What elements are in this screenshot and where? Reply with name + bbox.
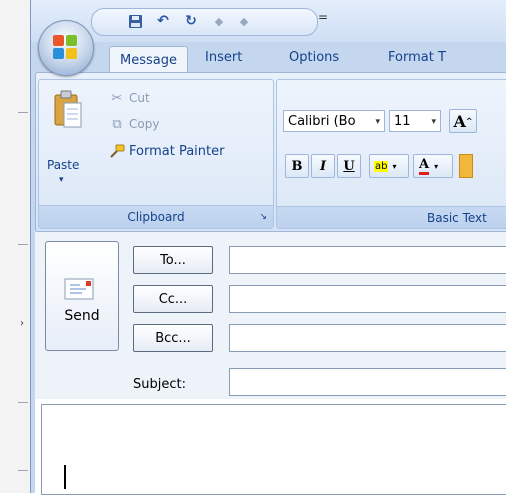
cut-button[interactable]: Cut bbox=[129, 91, 150, 105]
save-icon[interactable] bbox=[126, 12, 144, 30]
format-painter-icon bbox=[109, 143, 125, 159]
ribbon-tabs: Message Insert Options Format T bbox=[31, 42, 506, 74]
title-bar: ↶ ↻ ◆ ◆ = bbox=[31, 0, 506, 42]
ribbon: Paste ▾ ✂ Cut ⧉ Copy Format Painter Clip… bbox=[35, 72, 506, 232]
underline-button[interactable]: U bbox=[337, 154, 361, 178]
subject-field[interactable] bbox=[229, 368, 506, 396]
basic-text-group-title: Basic Text bbox=[427, 211, 487, 225]
bullets-button[interactable] bbox=[459, 154, 473, 178]
highlight-dropdown-icon: ▾ bbox=[392, 161, 397, 171]
font-size-box[interactable]: 11 ▾ bbox=[389, 110, 441, 132]
cc-button[interactable]: Cc... bbox=[133, 285, 213, 313]
message-header: Send To... Cc... Bcc... Subject: bbox=[35, 232, 506, 399]
undo-icon[interactable]: ↶ bbox=[154, 12, 172, 30]
edge-mark bbox=[18, 402, 28, 403]
text-caret bbox=[64, 465, 66, 489]
subject-label: Subject: bbox=[133, 377, 186, 392]
cut-icon: ✂ bbox=[111, 90, 123, 106]
send-button[interactable]: Send bbox=[45, 241, 119, 351]
font-name-value: Calibri (Bo bbox=[288, 114, 356, 129]
outlook-message-window: ↶ ↻ ◆ ◆ = Message Insert Options Format … bbox=[30, 0, 506, 495]
paste-icon[interactable] bbox=[51, 88, 85, 132]
bold-button[interactable]: B bbox=[285, 154, 309, 178]
tab-insert[interactable]: Insert bbox=[205, 50, 242, 65]
font-size-value: 11 bbox=[394, 114, 411, 129]
edge-mark bbox=[18, 112, 28, 113]
office-button[interactable] bbox=[38, 20, 94, 76]
font-name-box[interactable]: Calibri (Bo ▾ bbox=[283, 110, 385, 132]
quick-access-toolbar: ↶ ↻ ◆ ◆ bbox=[91, 8, 318, 36]
up-arrow-icon[interactable]: ◆ bbox=[210, 12, 228, 30]
to-button[interactable]: To... bbox=[133, 246, 213, 274]
desktop-edge: › bbox=[0, 0, 31, 493]
font-color-icon: A bbox=[419, 157, 430, 175]
clipboard-group: Paste ▾ ✂ Cut ⧉ Copy Format Painter Clip… bbox=[38, 79, 274, 229]
grow-font-button[interactable]: A ^ bbox=[449, 109, 477, 133]
basic-text-group: Calibri (Bo ▾ 11 ▾ A ^ B I U ab ▾ A ▾ Ba… bbox=[276, 79, 506, 229]
paste-label[interactable]: Paste bbox=[47, 158, 79, 172]
bcc-button[interactable]: Bcc... bbox=[133, 324, 213, 352]
font-size-dropdown-icon[interactable]: ▾ bbox=[431, 111, 436, 133]
tab-options[interactable]: Options bbox=[289, 50, 339, 65]
redo-icon[interactable]: ↻ bbox=[182, 12, 200, 30]
cc-field[interactable] bbox=[229, 285, 506, 313]
italic-button[interactable]: I bbox=[311, 154, 335, 178]
basic-text-group-label: Basic Text bbox=[277, 206, 506, 228]
bcc-field[interactable] bbox=[229, 324, 506, 352]
to-field[interactable] bbox=[229, 246, 506, 274]
grow-font-icon: A bbox=[453, 111, 466, 131]
paste-dropdown-icon[interactable]: ▾ bbox=[59, 175, 64, 185]
message-body-editor[interactable] bbox=[41, 404, 506, 495]
edge-arrow-icon: › bbox=[20, 318, 24, 329]
highlight-button[interactable]: ab ▾ bbox=[369, 154, 409, 178]
format-painter-button[interactable]: Format Painter bbox=[129, 144, 224, 159]
clipboard-group-title: Clipboard bbox=[127, 210, 185, 224]
send-icon bbox=[64, 278, 100, 300]
dialog-launcher-icon[interactable]: ↘ bbox=[259, 206, 267, 228]
font-color-dropdown-icon: ▾ bbox=[434, 161, 439, 171]
tab-format-text[interactable]: Format T bbox=[388, 50, 446, 65]
send-label: Send bbox=[64, 308, 100, 324]
customize-toolbar-button[interactable]: = bbox=[318, 10, 328, 24]
font-name-dropdown-icon[interactable]: ▾ bbox=[375, 111, 380, 133]
edge-mark bbox=[18, 244, 28, 245]
office-logo-icon bbox=[53, 35, 79, 61]
copy-icon: ⧉ bbox=[112, 116, 122, 132]
down-arrow-icon[interactable]: ◆ bbox=[235, 12, 253, 30]
highlight-icon: ab bbox=[374, 160, 389, 172]
tab-message[interactable]: Message bbox=[109, 46, 188, 74]
copy-button[interactable]: Copy bbox=[129, 117, 159, 131]
edge-mark bbox=[18, 470, 28, 471]
clipboard-group-label: Clipboard ↘ bbox=[39, 205, 273, 228]
compose-pane: Send To... Cc... Bcc... Subject: bbox=[35, 232, 506, 495]
font-color-button[interactable]: A ▾ bbox=[413, 154, 453, 178]
